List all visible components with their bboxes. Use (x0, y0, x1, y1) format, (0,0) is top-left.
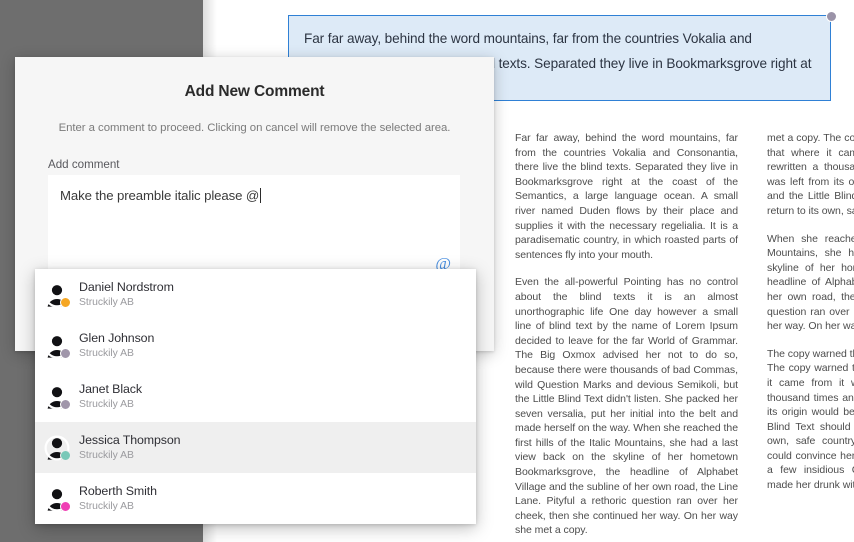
comment-input-wrapper[interactable]: Make the preamble italic please @ @ (48, 175, 460, 276)
mention-item-name: Glen Johnson (79, 330, 155, 345)
document-column-right: met a copy. The copy warned the Little B… (767, 131, 854, 506)
mention-item-text: Glen Johnson Struckily AB (79, 331, 154, 361)
mention-list-item[interactable]: Roberth Smith Struckily AB (35, 473, 476, 524)
presence-status-dot (60, 449, 71, 461)
presence-status-dot (60, 347, 71, 359)
comment-input[interactable]: Make the preamble italic please @ (60, 187, 448, 205)
paragraph: Even the all-powerful Pointing has no co… (515, 276, 738, 537)
avatar-icon (44, 282, 71, 308)
mention-item-org: Struckily AB (79, 398, 134, 410)
mention-item-text: Jessica Thompson Struckily AB (79, 432, 181, 463)
mention-list-item[interactable]: Glen Johnson Struckily AB (35, 320, 476, 371)
avatar-icon (44, 333, 71, 359)
paragraph: met a copy. The copy warned the Little B… (767, 132, 854, 217)
avatar-icon (44, 384, 71, 410)
dialog-title: Add New Comment (184, 83, 325, 100)
presence-status-dot (60, 500, 71, 512)
document-column-middle: Far far away, behind the word mountains,… (515, 131, 738, 542)
paragraph: When she reached the first hills of the … (767, 232, 854, 333)
mention-item-org: Struckily AB (79, 449, 134, 461)
presence-status-dot (60, 398, 71, 410)
text-caret (260, 188, 262, 203)
mention-item-org: Struckily AB (79, 500, 134, 512)
comment-input-value: Make the preamble italic please @ (60, 188, 260, 203)
dialog-subtitle: Enter a comment to proceed. Clicking on … (58, 122, 451, 134)
mention-item-text: Daniel Nordstrom Struckily AB (79, 280, 174, 310)
paragraph: The copy warned the Little Blind Text Th… (767, 347, 854, 492)
mention-item-text: Roberth Smith Struckily AB (79, 484, 157, 514)
mention-item-org: Struckily AB (79, 296, 134, 308)
presence-status-dot (60, 296, 71, 308)
app-root: Far far away, behind the word mountains,… (0, 0, 854, 542)
avatar-icon (44, 435, 71, 461)
mention-item-org: Struckily AB (79, 347, 134, 359)
mention-item-name: Janet Black (79, 381, 142, 396)
mention-item-name: Jessica Thompson (79, 432, 181, 447)
mention-item-name: Daniel Nordstrom (79, 279, 174, 294)
mention-item-text: Janet Black Struckily AB (79, 382, 142, 412)
avatar-icon (44, 486, 71, 512)
mention-suggestion-dropdown[interactable]: Daniel Nordstrom Struckily AB Glen Johnson… (35, 269, 476, 524)
selection-resize-handle[interactable] (826, 11, 837, 22)
paragraph: Far far away, behind the word mountains,… (515, 132, 738, 261)
mention-list-item[interactable]: Janet Black Struckily AB (35, 371, 476, 422)
comment-field-label: Add comment (48, 158, 120, 171)
mention-item-name: Roberth Smith (79, 483, 157, 498)
mention-list-item[interactable]: Jessica Thompson Struckily AB (35, 422, 476, 473)
mention-list-item[interactable]: Daniel Nordstrom Struckily AB (35, 269, 476, 320)
